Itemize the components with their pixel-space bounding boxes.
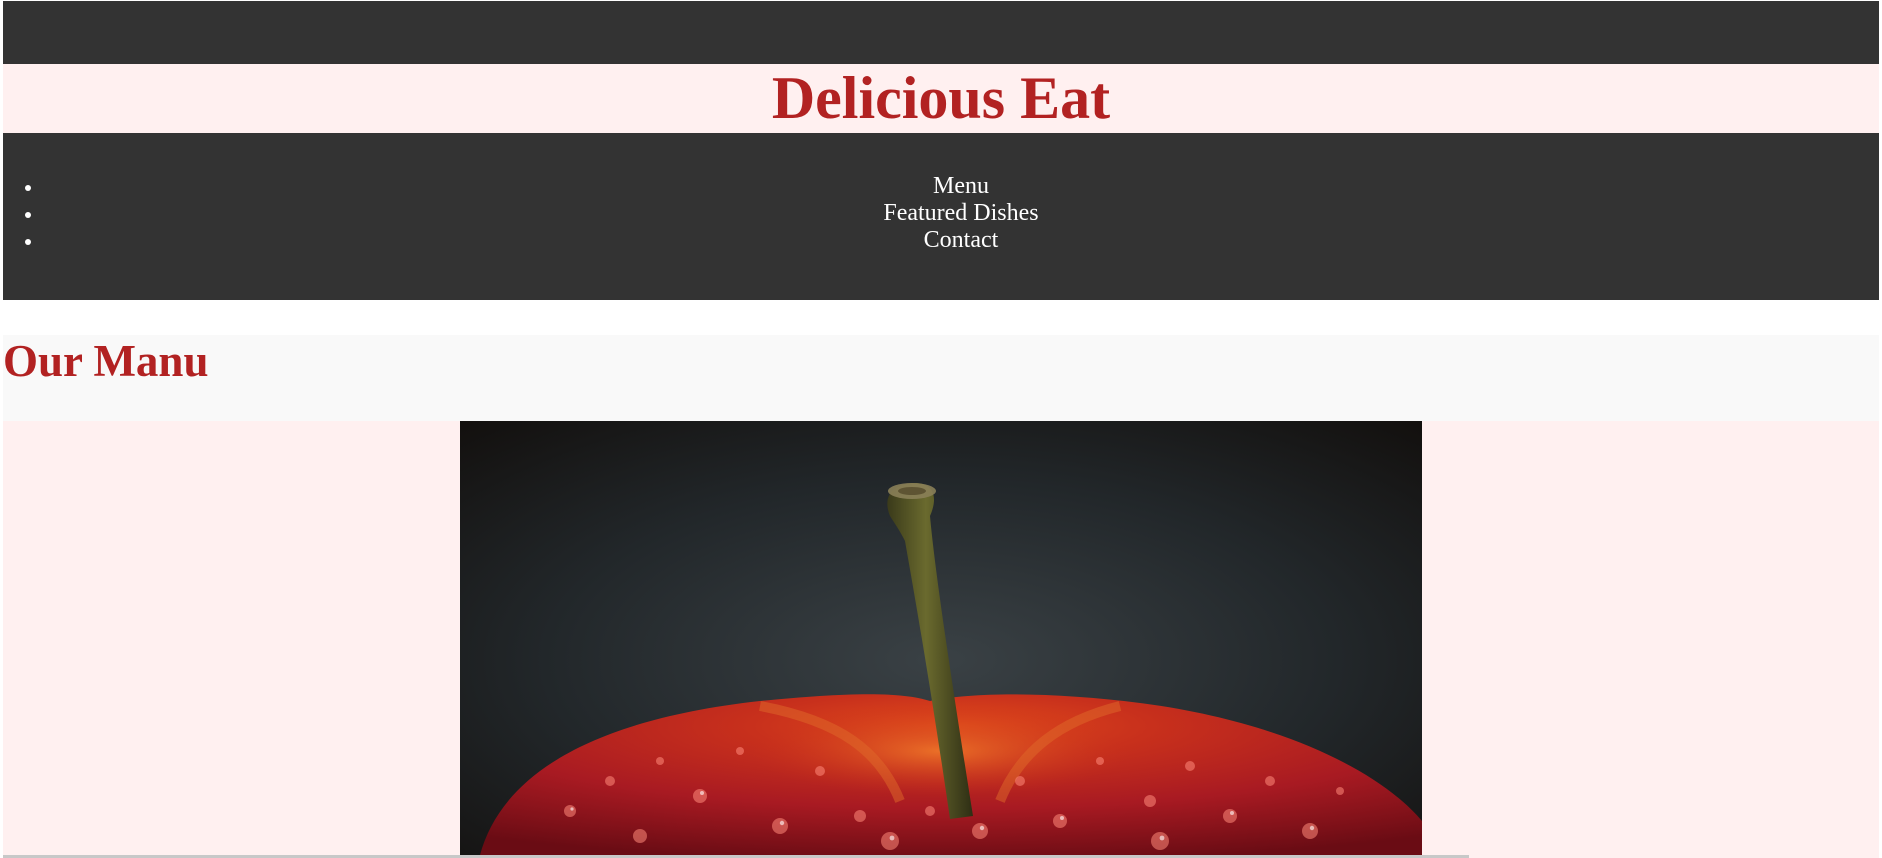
site-header: Delicious Eat bbox=[3, 64, 1879, 133]
main-nav: Menu Featured Dishes Contact bbox=[3, 133, 1879, 300]
apple-photo bbox=[460, 421, 1422, 855]
top-bar bbox=[3, 1, 1879, 64]
menu-section-header: Our Manu bbox=[3, 335, 1879, 421]
nav-list: Menu Featured Dishes Contact bbox=[3, 133, 1879, 254]
nav-item-contact[interactable]: Contact bbox=[43, 227, 1879, 254]
nav-item-menu[interactable]: Menu bbox=[43, 173, 1879, 200]
section-title: Our Manu bbox=[3, 336, 209, 386]
page: Delicious Eat Menu Featured Dishes Conta… bbox=[0, 0, 1882, 858]
nav-item-featured-dishes[interactable]: Featured Dishes bbox=[43, 200, 1879, 227]
site-title: Delicious Eat bbox=[771, 65, 1111, 131]
